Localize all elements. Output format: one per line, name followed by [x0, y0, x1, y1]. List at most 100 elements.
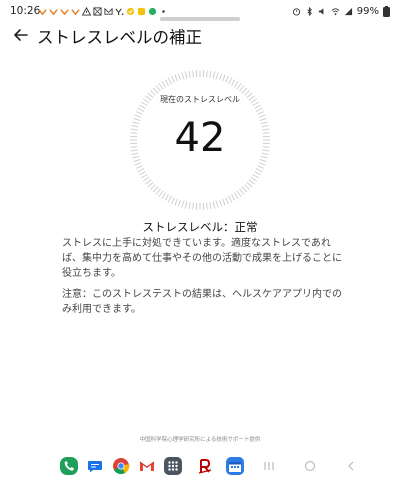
notification-icon — [126, 7, 135, 15]
gauge-tick — [137, 168, 145, 173]
gauge-tick — [152, 186, 159, 193]
gauge-tick — [139, 171, 146, 176]
gauge-tick — [225, 75, 229, 83]
status-time: 10:26 — [10, 5, 41, 17]
result-note: 注意：このストレステストの結果は、ヘルスケアアプリ内でのみ利用できます。 — [62, 289, 342, 315]
more-notifications-icon — [162, 9, 165, 13]
gauge-tick — [218, 73, 223, 81]
gauge-tick — [134, 162, 142, 166]
gauge-tick — [244, 184, 250, 190]
battery-percent: 99% — [356, 5, 379, 17]
gauge-tick — [143, 176, 150, 182]
notification-icon — [60, 8, 69, 15]
notification-icons — [38, 4, 168, 18]
gauge-tick — [241, 87, 248, 94]
gauge-tick — [155, 85, 161, 92]
gmail-app-icon[interactable] — [138, 457, 156, 475]
gauge-tick — [254, 171, 261, 176]
gauge-tick — [135, 165, 143, 169]
gauge-tick — [155, 188, 161, 195]
gauge-tick — [174, 74, 178, 82]
app-bar: ストレスレベルの補正 — [0, 20, 400, 52]
battery-icon — [383, 5, 390, 17]
gauge-tick — [206, 70, 208, 78]
gmail-notification-icon — [104, 7, 113, 15]
gauge-tick — [209, 202, 212, 210]
gauge-tick — [174, 198, 178, 206]
gauge-tick — [215, 200, 219, 208]
stress-gauge: 現在のストレスレベル 42 — [128, 68, 272, 212]
gauge-tick — [158, 83, 164, 90]
signal-icon — [344, 7, 352, 15]
gauge-tick — [145, 179, 152, 185]
gauge-tick — [222, 74, 226, 82]
gauge-tick — [215, 72, 219, 80]
stress-value: 42 — [174, 115, 226, 161]
gauge-tick — [233, 192, 239, 199]
gauge-tick — [150, 184, 156, 190]
gauge-tick — [137, 107, 145, 112]
gauge-tick — [152, 87, 159, 94]
gauge-tick — [177, 73, 182, 81]
yahoo-notification-icon — [115, 7, 124, 15]
gauge-tick — [239, 85, 245, 92]
calendar-app-icon[interactable] — [226, 457, 244, 475]
rakuten-app-icon[interactable] — [196, 457, 214, 475]
gauge-tick — [239, 188, 245, 195]
status-bar: 10:26 99% — [0, 0, 400, 22]
gauge-tick — [212, 201, 216, 209]
notification-icon — [49, 8, 58, 15]
gauge-tick — [171, 75, 175, 83]
gauge-tick — [236, 83, 242, 90]
gauge-tick — [212, 71, 216, 79]
gauge-tick — [233, 81, 239, 88]
gauge-tick — [139, 104, 146, 109]
support-credit: 中国科学院心理学研究所による技術サポート提供 — [139, 437, 261, 443]
app-drawer-icon[interactable] — [164, 457, 182, 475]
system-status-icons: 99% — [292, 4, 390, 18]
gauge-tick — [248, 179, 255, 185]
gauge-tick — [209, 70, 212, 78]
gauge-tick — [241, 186, 248, 193]
notification-icon — [137, 7, 146, 15]
gauge-tick — [141, 173, 148, 179]
back-arrow-icon[interactable] — [10, 24, 32, 46]
bluetooth-icon — [307, 6, 312, 16]
gauge-tick — [254, 104, 261, 109]
back-nav-button[interactable] — [345, 460, 357, 472]
gauge-tick — [252, 173, 259, 179]
gauge-tick — [246, 181, 253, 188]
home-button[interactable] — [304, 460, 316, 472]
gauge-tick — [188, 202, 191, 210]
messages-app-icon[interactable] — [86, 457, 104, 475]
gauge-tick — [222, 198, 226, 206]
page-title: ストレスレベルの補正 — [37, 28, 202, 47]
gauge-tick — [255, 168, 263, 173]
gauge-tick — [177, 199, 182, 207]
gauge-tick — [167, 77, 172, 85]
notification-icon — [148, 7, 157, 15]
gauge-tick — [184, 71, 188, 79]
gauge-tick — [161, 81, 167, 88]
gauge-tick — [147, 181, 154, 188]
gauge-tick — [250, 176, 257, 182]
gauge-tick — [257, 165, 265, 169]
notification-icon — [93, 6, 102, 16]
wifi-icon — [331, 7, 340, 15]
gauge-tick — [164, 79, 169, 86]
gauge-tick — [158, 190, 164, 197]
gauge-tick — [236, 190, 242, 197]
gauge-tick — [228, 77, 233, 85]
phone-app-icon[interactable] — [60, 457, 78, 475]
chrome-app-icon[interactable] — [112, 457, 130, 475]
gauge-tick — [161, 192, 167, 199]
gauge-tick — [231, 79, 236, 86]
gauge-tick — [225, 197, 229, 205]
taskbar — [0, 452, 400, 480]
gauge-tick — [171, 197, 175, 205]
notification-icon — [38, 8, 47, 15]
gauge-tick — [192, 70, 194, 78]
recent-apps-button[interactable] — [263, 460, 275, 472]
gauge-tick — [181, 200, 185, 208]
gauge-tick — [192, 202, 194, 210]
